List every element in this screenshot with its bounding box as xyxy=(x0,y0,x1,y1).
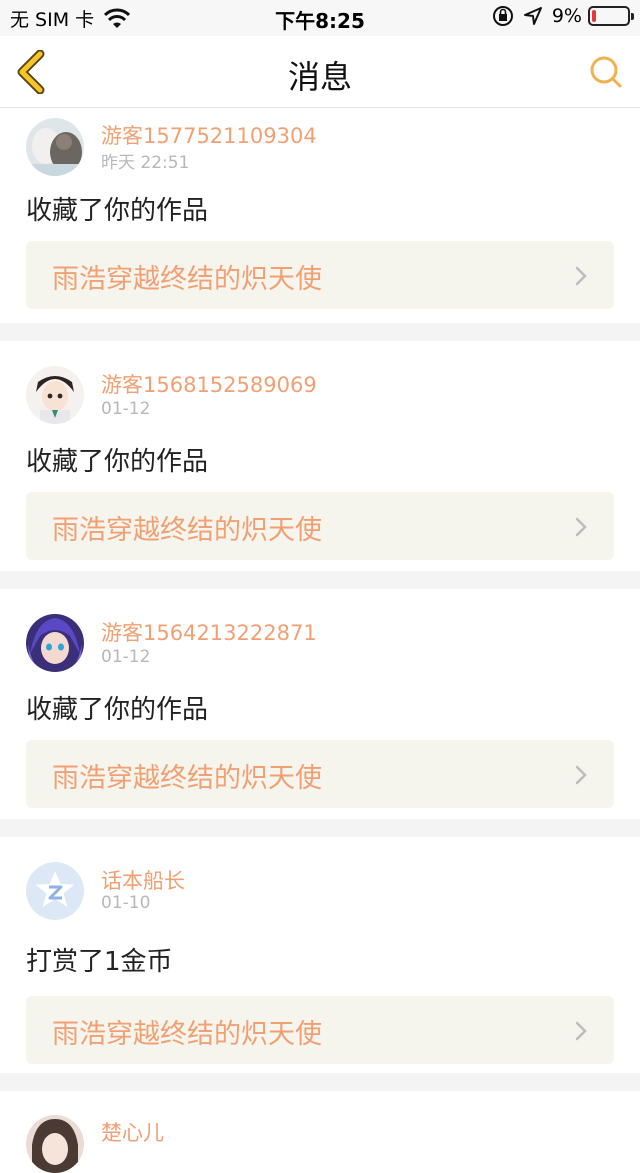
avatar[interactable] xyxy=(26,614,84,672)
work-title: 雨浩穿越终结的炽天使 xyxy=(52,264,322,295)
separator xyxy=(0,571,640,589)
work-title: 雨浩穿越终结的炽天使 xyxy=(52,1019,322,1050)
work-link[interactable]: 雨浩穿越终结的炽天使 xyxy=(26,492,614,560)
message-header: 话本船长 01-10 xyxy=(26,837,614,920)
user-name[interactable]: 游客1568152589069 xyxy=(101,369,317,399)
message-action: 收藏了你的作品 xyxy=(26,447,209,477)
work-link[interactable]: 雨浩穿越终结的炽天使 xyxy=(26,996,614,1064)
user-name[interactable]: 游客1577521109304 xyxy=(101,120,317,150)
message-header: 楚心儿 xyxy=(26,1091,614,1173)
battery-level xyxy=(592,10,596,22)
nav-bar: 消息 xyxy=(0,36,640,108)
location-icon xyxy=(523,7,542,25)
user-name[interactable]: 话本船长 xyxy=(101,865,185,895)
status-right: 9% xyxy=(492,5,634,27)
status-bar: 无 SIM 卡 下午8:25 9% xyxy=(0,0,640,36)
search-icon[interactable] xyxy=(588,54,624,90)
message-date: 01-10 xyxy=(101,893,151,913)
battery-icon xyxy=(588,6,634,26)
message-date: 昨天 22:51 xyxy=(101,153,190,173)
message-list: 游客1577521109304 昨天 22:51 收藏了你的作品 雨浩穿越终结的… xyxy=(0,108,640,1173)
message-header: 游客1577521109304 昨天 22:51 xyxy=(26,108,614,176)
message-card: 游客1564213222871 01-12 收藏了你的作品 雨浩穿越终结的炽天使 xyxy=(0,589,640,819)
user-name[interactable]: 楚心儿 xyxy=(101,1117,164,1147)
message-header: 游客1568152589069 01-12 xyxy=(26,341,614,424)
work-link[interactable]: 雨浩穿越终结的炽天使 xyxy=(26,740,614,808)
separator xyxy=(0,323,640,341)
chevron-right-icon xyxy=(575,1021,587,1041)
work-title: 雨浩穿越终结的炽天使 xyxy=(52,515,322,546)
message-action: 收藏了你的作品 xyxy=(26,196,209,226)
chevron-right-icon xyxy=(575,266,587,286)
message-action: 收藏了你的作品 xyxy=(26,695,209,725)
message-card: 话本船长 01-10 打赏了1金币 雨浩穿越终结的炽天使 xyxy=(0,837,640,1073)
page-title: 消息 xyxy=(287,58,352,96)
separator xyxy=(0,1073,640,1091)
chevron-right-icon xyxy=(575,765,587,785)
work-link[interactable]: 雨浩穿越终结的炽天使 xyxy=(26,241,614,309)
work-title: 雨浩穿越终结的炽天使 xyxy=(52,763,322,794)
avatar[interactable] xyxy=(26,118,84,176)
avatar[interactable] xyxy=(26,1115,84,1173)
user-name[interactable]: 游客1564213222871 xyxy=(101,617,317,647)
message-card: 游客1568152589069 01-12 收藏了你的作品 雨浩穿越终结的炽天使 xyxy=(0,341,640,571)
orientation-lock-icon xyxy=(492,6,513,26)
chevron-right-icon xyxy=(575,517,587,537)
message-card: 游客1577521109304 昨天 22:51 收藏了你的作品 雨浩穿越终结的… xyxy=(0,108,640,323)
separator xyxy=(0,819,640,837)
message-date: 01-12 xyxy=(101,399,151,419)
message-date: 01-12 xyxy=(101,647,151,667)
avatar[interactable] xyxy=(26,366,84,424)
message-action: 打赏了1金币 xyxy=(26,947,173,977)
message-header: 游客1564213222871 01-12 xyxy=(26,589,614,672)
message-card: 楚心儿 xyxy=(0,1091,640,1173)
avatar[interactable] xyxy=(26,862,84,920)
battery-percent: 9% xyxy=(551,5,582,27)
